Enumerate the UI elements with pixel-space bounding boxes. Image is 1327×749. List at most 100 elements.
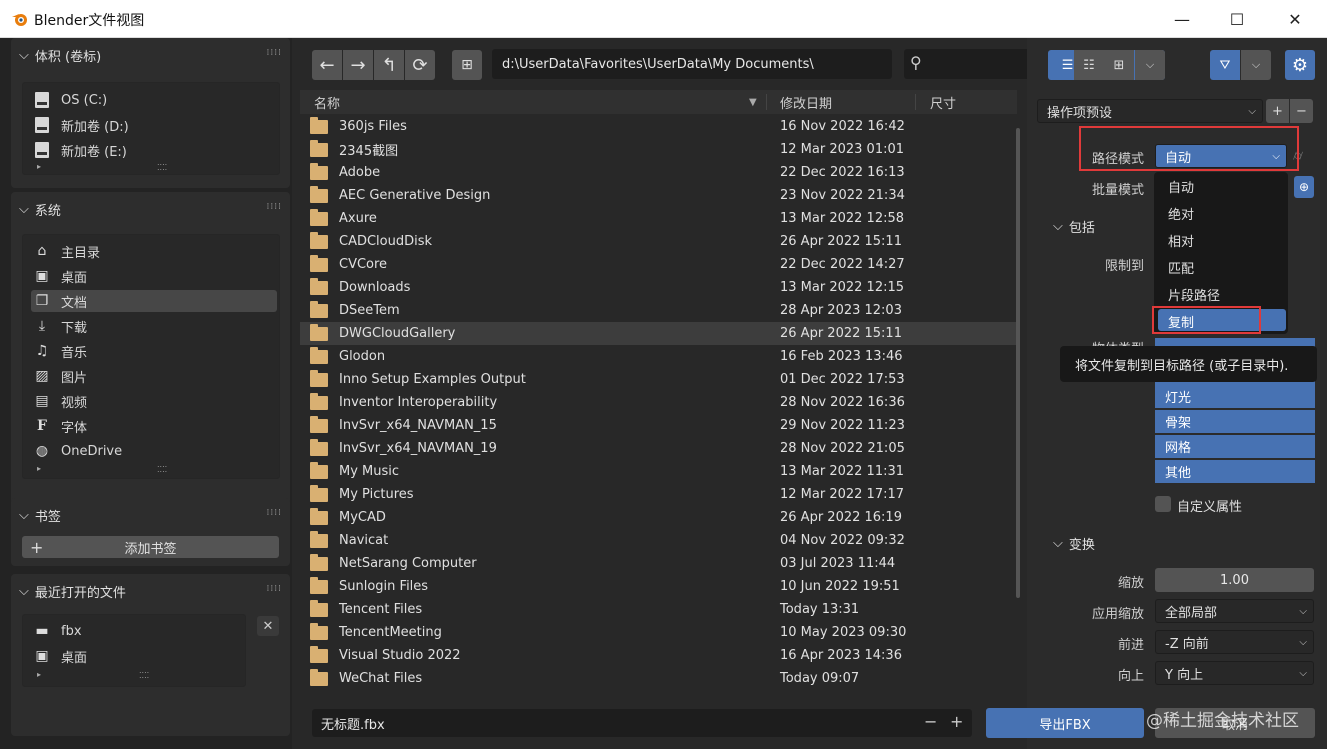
volumes-header[interactable]: ⌵ 体积 (卷标) [19, 46, 101, 65]
file-row[interactable]: Axure 13 Mar 2022 12:58 [300, 207, 1017, 230]
file-row[interactable]: My Pictures 12 Mar 2022 17:17 [300, 483, 1017, 506]
remove-preset-button[interactable]: − [1290, 99, 1313, 123]
close-button[interactable]: ✕ [1272, 0, 1318, 38]
file-row[interactable]: DSeeTem 28 Apr 2023 12:03 [300, 299, 1017, 322]
file-row[interactable]: Inventor Interoperability 28 Nov 2022 16:… [300, 391, 1017, 414]
new-folder-icon[interactable]: ⊞ [452, 50, 482, 80]
file-row[interactable]: CADCloudDisk 26 Apr 2022 15:11 [300, 230, 1017, 253]
scale-field[interactable]: 1.00 [1155, 568, 1314, 592]
file-row[interactable]: Visual Studio 2022 16 Apr 2023 14:36 [300, 644, 1017, 667]
system-header[interactable]: ⌵ 系统 [19, 200, 61, 219]
filter-icon[interactable]: ⛛ [1210, 50, 1240, 80]
file-row[interactable]: MyCAD 26 Apr 2022 16:19 [300, 506, 1017, 529]
file-row[interactable]: AEC Generative Design 23 Nov 2022 21:34 [300, 184, 1017, 207]
increment-button[interactable]: + [950, 712, 963, 731]
list-vertical-view-icon[interactable]: ☰ [1062, 58, 1074, 73]
volume-item-d[interactable]: 新加卷 (D:) [31, 114, 277, 136]
parent-dir-icon[interactable]: ↰ [374, 50, 404, 80]
drag-grip-icon[interactable]: ⁞⁞⁞⁞ [267, 202, 282, 212]
sidebar-item-pictures[interactable]: ▨ 图片 [31, 365, 277, 387]
sidebar-item-desktop[interactable]: ▣ 桌面 [31, 265, 277, 287]
volume-item-c[interactable]: OS (C:) [31, 89, 277, 111]
file-row[interactable]: WeChat Files Today 09:07 [300, 667, 1017, 690]
column-size[interactable]: 尺寸 [930, 93, 956, 112]
menu-item-absolute[interactable]: 绝对 [1168, 204, 1194, 223]
new-folder-icon[interactable]: ⊕ [1294, 176, 1314, 198]
drag-grip-icon[interactable]: ⁞⁞⁞⁞ [267, 584, 282, 594]
recent-item-desktop[interactable]: ▣ 桌面 [31, 645, 241, 667]
file-row[interactable]: Adobe 22 Dec 2022 16:13 [300, 161, 1017, 184]
menu-item-auto[interactable]: 自动 [1168, 177, 1194, 196]
custom-props-checkbox[interactable] [1155, 496, 1171, 512]
file-row[interactable]: TencentMeeting 10 May 2023 09:30 [300, 621, 1017, 644]
menu-item-strip[interactable]: 片段路径 [1168, 285, 1220, 304]
export-fbx-button[interactable]: 导出FBX [986, 708, 1144, 738]
chevron-down-icon[interactable]: ⌵ [1241, 50, 1271, 80]
maximize-button[interactable]: ☐ [1214, 0, 1260, 38]
up-dropdown[interactable]: Y 向上 ⌵ [1155, 661, 1314, 685]
column-date[interactable]: 修改日期 [780, 93, 832, 112]
forward-dropdown[interactable]: -Z 向前 ⌵ [1155, 630, 1314, 654]
transform-section-header[interactable]: ⌵ 变换 [1053, 534, 1095, 553]
scrollbar[interactable] [1016, 128, 1020, 598]
thumbnail-view-icon[interactable]: ⊞ [1104, 50, 1134, 80]
expand-arrow-icon[interactable]: ▸ [37, 670, 41, 679]
bookmarks-header[interactable]: ⌵ 书签 [19, 506, 61, 525]
file-row[interactable]: Tencent Files Today 13:31 [300, 598, 1017, 621]
decrement-button[interactable]: − [924, 712, 937, 731]
column-name[interactable]: 名称 [314, 93, 340, 112]
file-row[interactable]: DWGCloudGallery 26 Apr 2022 15:11 [300, 322, 1017, 345]
add-bookmark-button[interactable]: + 添加书签 [22, 536, 279, 558]
menu-item-match[interactable]: 匹配 [1168, 258, 1194, 277]
file-row[interactable]: My Music 13 Mar 2022 11:31 [300, 460, 1017, 483]
filename-input[interactable]: 无标题.fbx [312, 709, 972, 737]
sidebar-item-videos[interactable]: ▤ 视频 [31, 390, 277, 412]
object-type-light[interactable]: 灯光 [1155, 385, 1315, 409]
minimize-button[interactable]: — [1159, 0, 1205, 38]
file-row[interactable]: Downloads 13 Mar 2022 12:15 [300, 276, 1017, 299]
sidebar-item-music[interactable]: ♫ 音乐 [31, 340, 277, 362]
preset-dropdown[interactable]: 操作项预设 ⌵ [1037, 99, 1263, 123]
menu-item-relative[interactable]: 相对 [1168, 231, 1194, 250]
sidebar-item-home[interactable]: ⌂ 主目录 [31, 240, 277, 262]
refresh-icon[interactable]: ⟳ [405, 50, 435, 80]
chevron-down-icon[interactable]: ⌵ [1135, 50, 1165, 80]
clear-recent-close-icon[interactable]: ✕ [257, 616, 279, 636]
resize-grip-icon[interactable]: ⁚⁚⁚⁚ [157, 163, 167, 172]
file-row[interactable]: 360js Files 16 Nov 2022 16:42 [300, 115, 1017, 138]
expand-arrow-icon[interactable]: ▸ [37, 464, 41, 473]
expand-arrow-icon[interactable]: ▸ [37, 162, 41, 171]
drag-grip-icon[interactable]: ⁞⁞⁞⁞ [267, 48, 282, 58]
object-type-mesh[interactable]: 网格 [1155, 435, 1315, 459]
file-row[interactable]: InvSvr_x64_NAVMAN_19 28 Nov 2022 21:05 [300, 437, 1017, 460]
gear-icon[interactable]: ⚙ [1285, 50, 1315, 80]
file-row[interactable]: NetSarang Computer 03 Jul 2023 11:44 [300, 552, 1017, 575]
sort-down-icon[interactable]: ▼ [749, 97, 757, 108]
add-preset-button[interactable]: + [1266, 99, 1289, 123]
drag-grip-icon[interactable]: ⁞⁞⁞⁞ [267, 508, 282, 518]
recent-item-fbx[interactable]: ▬ fbx [31, 620, 241, 642]
sidebar-item-fonts[interactable]: F 字体 [31, 415, 277, 437]
back-arrow-icon[interactable]: ← [312, 50, 342, 80]
file-row[interactable]: CVCore 22 Dec 2022 14:27 [300, 253, 1017, 276]
list-horizontal-view-icon[interactable]: ☷ [1074, 50, 1104, 80]
object-type-armature[interactable]: 骨架 [1155, 410, 1315, 434]
file-row[interactable]: Glodon 16 Feb 2023 13:46 [300, 345, 1017, 368]
apply-scale-dropdown[interactable]: 全部局部 ⌵ [1155, 599, 1314, 623]
file-row[interactable]: Inno Setup Examples Output 01 Dec 2022 17… [300, 368, 1017, 391]
sidebar-item-documents[interactable]: ❐ 文档 [31, 290, 277, 312]
path-input[interactable]: d:\UserData\Favorites\UserData\My Docume… [492, 49, 892, 79]
sidebar-item-downloads[interactable]: ⤓ 下载 [31, 315, 277, 337]
include-section-header[interactable]: ⌵ 包括 [1053, 217, 1095, 236]
volume-item-e[interactable]: 新加卷 (E:) [31, 139, 277, 161]
object-type-other[interactable]: 其他 [1155, 460, 1315, 484]
forward-arrow-icon[interactable]: → [343, 50, 373, 80]
file-row[interactable]: InvSvr_x64_NAVMAN_15 29 Nov 2022 11:23 [300, 414, 1017, 437]
resize-grip-icon[interactable]: ⁚⁚⁚⁚ [139, 671, 149, 680]
sidebar-item-onedrive[interactable]: ◍ OneDrive [31, 440, 277, 462]
recent-header[interactable]: ⌵ 最近打开的文件 [19, 582, 126, 601]
file-row[interactable]: 2345截图 12 Mar 2023 01:01 [300, 138, 1017, 161]
file-row[interactable]: Navicat 04 Nov 2022 09:32 [300, 529, 1017, 552]
file-row[interactable]: Sunlogin Files 10 Jun 2022 19:51 [300, 575, 1017, 598]
resize-grip-icon[interactable]: ⁚⁚⁚⁚ [157, 465, 167, 474]
